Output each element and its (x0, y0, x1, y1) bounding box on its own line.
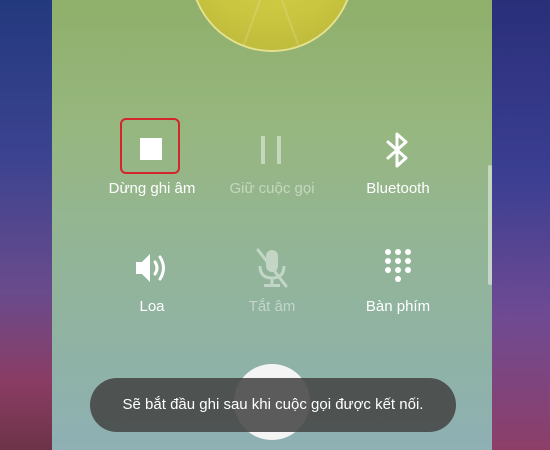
speaker-button[interactable]: Loa (92, 240, 212, 330)
stop-recording-button[interactable]: Dừng ghi âm (92, 118, 212, 212)
pause-icon (261, 136, 281, 164)
mic-off-icon (256, 248, 288, 288)
highlight-box (120, 118, 180, 174)
speaker-label: Loa (139, 298, 165, 315)
mute-label: Tắt âm (248, 298, 296, 315)
keypad-label: Bàn phím (365, 298, 431, 315)
speaker-icon (136, 254, 165, 282)
background-right (492, 0, 550, 450)
contact-avatar (192, 0, 352, 50)
hold-call-button[interactable]: Giữ cuộc gọi (212, 122, 332, 212)
keypad-button[interactable]: Bàn phím (338, 240, 458, 330)
call-screen: Dừng ghi âm Giữ cuộc gọi Bluetooth Loa T… (52, 0, 492, 450)
hold-call-label: Giữ cuộc gọi (229, 180, 315, 197)
bluetooth-label: Bluetooth (366, 180, 430, 197)
background-left (0, 0, 52, 450)
screen: Dừng ghi âm Giữ cuộc gọi Bluetooth Loa T… (0, 0, 550, 450)
bluetooth-icon (386, 132, 408, 168)
bluetooth-button[interactable]: Bluetooth (338, 122, 458, 212)
scroll-indicator (488, 165, 492, 285)
mute-button[interactable]: Tắt âm (212, 240, 332, 330)
stop-recording-label: Dừng ghi âm (108, 180, 196, 197)
toast-message: Sẽ bắt đầu ghi sau khi cuộc gọi được kết… (90, 378, 456, 432)
keypad-icon (385, 249, 411, 282)
